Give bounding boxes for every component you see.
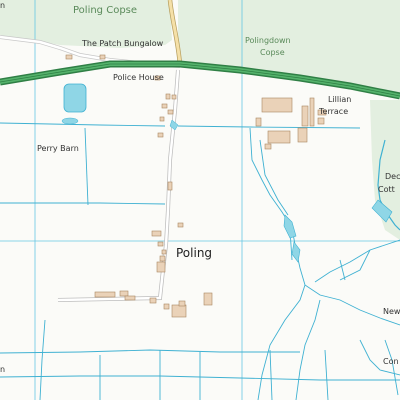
pond [63, 83, 87, 113]
label-con: Con [383, 357, 399, 366]
label-police-house: Police House [113, 73, 164, 82]
label-perry-barn: Perry Barn [37, 144, 79, 153]
label-dec: Dec [385, 172, 400, 181]
map-canvas[interactable] [0, 0, 400, 400]
label-copse: Copse [260, 48, 285, 57]
label-terrace: Terrace [319, 107, 349, 116]
label-poling: Poling [176, 246, 213, 260]
label-polingdown: Polingdown [245, 36, 291, 45]
map-view[interactable]: Poling Copse The Patch Bungalow Police H… [0, 0, 400, 400]
buildings [65, 54, 327, 318]
polingdown-copse-woodland [178, 0, 400, 95]
label-new: New [383, 307, 400, 316]
label-patch-bungalow: The Patch Bungalow [82, 39, 164, 48]
label-lillian: Lillian [328, 95, 352, 104]
label-poling-copse: Poling Copse [73, 5, 138, 16]
label-cott: Cott [378, 185, 395, 194]
field-drains [0, 122, 400, 400]
label-edge-n2: n [0, 365, 6, 374]
label-edge-n: n [0, 1, 6, 10]
